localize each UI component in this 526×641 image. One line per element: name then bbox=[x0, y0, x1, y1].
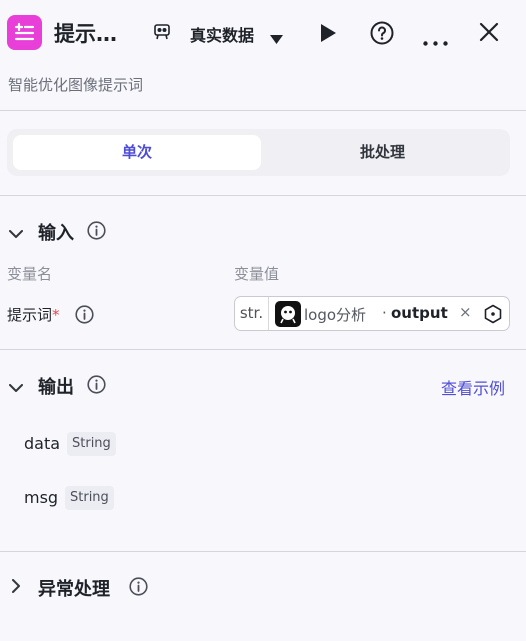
output-section-title: 输出 bbox=[38, 377, 74, 398]
help-icon[interactable] bbox=[370, 21, 394, 49]
reference-node-name: logo分析 bbox=[304, 306, 367, 324]
input-section-title: 输入 bbox=[38, 223, 74, 244]
output-type-tag: String bbox=[67, 432, 116, 456]
field-label-text: 提示词 bbox=[7, 306, 53, 324]
tab-single[interactable]: 单次 bbox=[13, 135, 261, 170]
tab-batch[interactable]: 批处理 bbox=[261, 135, 504, 170]
info-icon[interactable] bbox=[129, 577, 148, 600]
caret-down-icon[interactable] bbox=[270, 29, 283, 48]
chevron-down-icon[interactable] bbox=[9, 224, 23, 243]
variable-reference-input[interactable]: str. logo分析 · output × bbox=[234, 296, 510, 331]
panel-header: 提示… 真实数据 bbox=[0, 0, 526, 64]
view-example-link[interactable]: 查看示例 bbox=[441, 375, 505, 399]
output-field-name: msg bbox=[24, 488, 59, 507]
panel-title[interactable]: 提示… bbox=[54, 18, 132, 48]
more-icon[interactable] bbox=[423, 31, 448, 50]
reference-variable-name: output bbox=[391, 304, 448, 322]
env-select[interactable]: 真实数据 bbox=[190, 22, 254, 46]
input-section-header[interactable]: 输入 bbox=[0, 216, 526, 246]
variable-type-badge: str. bbox=[235, 297, 269, 330]
node-panel: 提示… 真实数据 智能优化图像提示词 单次 批处理 输入 变量名 变量值 提示词… bbox=[0, 0, 526, 641]
remove-reference-icon[interactable]: × bbox=[459, 303, 472, 321]
play-icon[interactable] bbox=[319, 24, 337, 46]
output-field-name: data bbox=[24, 434, 61, 453]
exception-section-header[interactable]: 异常处理 bbox=[0, 572, 526, 602]
env-icon[interactable] bbox=[152, 22, 172, 46]
chevron-down-icon[interactable] bbox=[9, 378, 23, 397]
close-icon[interactable] bbox=[479, 22, 499, 46]
divider bbox=[0, 349, 526, 350]
required-mark: * bbox=[52, 306, 60, 324]
column-label-value: 变量值 bbox=[234, 265, 280, 283]
info-icon[interactable] bbox=[75, 305, 94, 328]
column-label-name: 变量名 bbox=[7, 265, 53, 283]
node-avatar-icon bbox=[275, 301, 301, 327]
info-icon[interactable] bbox=[87, 375, 106, 398]
output-type-tag: String bbox=[65, 486, 114, 510]
panel-description: 智能优化图像提示词 bbox=[8, 76, 144, 94]
variable-picker-icon[interactable] bbox=[483, 304, 503, 328]
divider bbox=[0, 551, 526, 552]
input-field-label: 提示词* bbox=[7, 304, 60, 325]
info-icon[interactable] bbox=[87, 221, 106, 244]
divider bbox=[0, 195, 526, 196]
divider bbox=[0, 110, 526, 111]
reference-separator: · bbox=[382, 304, 387, 322]
app-icon bbox=[7, 15, 42, 50]
exception-section-title: 异常处理 bbox=[38, 579, 110, 600]
run-mode-tabs: 单次 批处理 bbox=[7, 129, 510, 176]
chevron-right-icon[interactable] bbox=[12, 578, 21, 597]
